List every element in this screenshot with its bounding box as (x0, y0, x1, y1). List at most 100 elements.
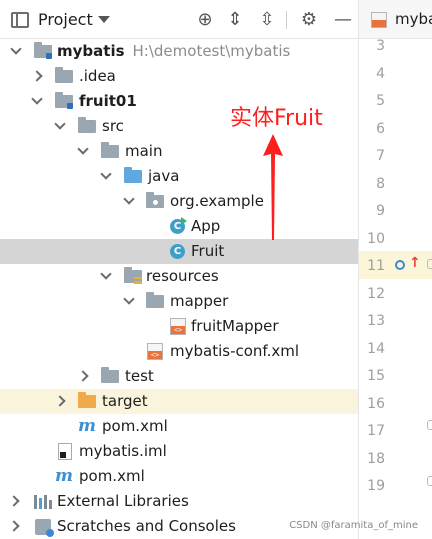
class-icon: C (170, 244, 185, 259)
chevron-right-icon[interactable] (77, 370, 89, 382)
tree-node-package[interactable]: org.example (0, 189, 358, 214)
chevron-down-icon[interactable] (31, 93, 43, 105)
tree-node-mapper[interactable]: mapper (0, 289, 358, 314)
tree-label-src: src (102, 117, 124, 135)
xml-file-icon (170, 318, 186, 335)
line-number: 12 (367, 286, 385, 302)
tree-node-java[interactable]: java (0, 164, 358, 189)
chevron-down-icon[interactable] (100, 168, 112, 180)
tree-label-fruit: Fruit (191, 242, 225, 260)
module-badge-icon (46, 53, 52, 59)
tree-node-root-pom[interactable]: m pom.xml (0, 464, 358, 489)
line-number: 14 (367, 341, 385, 357)
arrow-up-icon[interactable]: ↑ (409, 255, 421, 271)
tree-label-target: target (102, 392, 148, 410)
tree-label-test: test (125, 367, 154, 385)
line-number: 15 (367, 368, 385, 384)
tree-node-app[interactable]: C App (0, 214, 358, 239)
fold-marker-icon[interactable] (427, 476, 432, 486)
chevron-down-icon[interactable] (98, 16, 110, 23)
chevron-down-icon[interactable] (10, 43, 22, 55)
tree-label-scratches: Scratches and Consoles (57, 517, 236, 535)
tree-label-fruit-mapper: fruitMapper (191, 317, 279, 335)
folder-icon (101, 367, 119, 383)
tree-label-fruit01: fruit01 (79, 92, 137, 110)
folder-icon (146, 292, 164, 308)
resources-badge-icon (134, 277, 142, 284)
tree-node-target[interactable]: target (0, 389, 358, 414)
fold-marker-icon[interactable] (427, 259, 432, 269)
line-number: 9 (376, 203, 385, 219)
minimize-icon[interactable]: — (332, 9, 354, 31)
annotation-arrow-icon (263, 134, 283, 240)
chevron-right-icon[interactable] (54, 395, 66, 407)
tree-node-idea[interactable]: .idea (0, 64, 358, 89)
line-number: 11 (367, 258, 385, 274)
line-number: 7 (376, 148, 385, 164)
tree-label-mybatis: mybatis (57, 42, 125, 60)
tree-node-resources[interactable]: resources (0, 264, 358, 289)
xml-file-icon (371, 12, 387, 28)
tree-node-external-libraries[interactable]: External Libraries (0, 489, 358, 514)
tree-label-java: java (148, 167, 180, 185)
tree-label-external-libraries: External Libraries (57, 492, 189, 510)
line-number: 10 (367, 231, 385, 247)
line-number: 6 (376, 121, 385, 137)
folder-icon (78, 117, 96, 133)
chevron-down-icon[interactable] (77, 143, 89, 155)
tree-node-module-pom[interactable]: m pom.xml (0, 414, 358, 439)
locate-file-icon[interactable]: ⊕ (194, 9, 216, 31)
mapper-navigation-icon[interactable] (395, 260, 405, 270)
xml-file-icon (147, 343, 163, 360)
chevron-down-icon[interactable] (100, 268, 112, 280)
tree-node-fruit[interactable]: C Fruit (0, 239, 358, 264)
tree-path-mybatis: H:\demotest\mybatis (132, 42, 291, 60)
collapse-all-icon[interactable]: ⇳ (256, 9, 278, 31)
tree-label-root-pom: pom.xml (79, 467, 145, 485)
chevron-right-icon[interactable] (31, 70, 43, 82)
project-panel: Project ⊕ ⇕ ⇳ ⚙ — mybatis H:\demotest\myb… (0, 0, 358, 539)
line-number: 17 (367, 423, 385, 439)
gear-icon[interactable]: ⚙ (298, 9, 320, 31)
module-badge-icon (67, 103, 73, 109)
project-view-selector[interactable]: Project (38, 10, 93, 29)
maven-icon: m (55, 466, 73, 486)
project-toolbar: Project ⊕ ⇕ ⇳ ⚙ — (0, 0, 358, 39)
editor-tab-label: myba (395, 10, 432, 28)
tree-node-fruit-mapper[interactable]: fruitMapper (0, 314, 358, 339)
chevron-down-icon[interactable] (123, 193, 135, 205)
tree-label-app: App (191, 217, 221, 235)
editor-panel: myba 3 4 5 6 7 8 9 10 11 12 13 14 15 16 … (358, 0, 432, 539)
chevron-down-icon[interactable] (123, 293, 135, 305)
watermark: CSDN @faramita_of_mine (289, 520, 418, 531)
tree-label-mapper: mapper (170, 292, 229, 310)
expand-all-icon[interactable]: ⇕ (224, 9, 246, 31)
project-window-icon (11, 12, 29, 28)
line-number: 18 (367, 451, 385, 467)
run-marker-icon (181, 217, 187, 225)
package-dot-icon (153, 200, 158, 205)
tree-label-resources: resources (146, 267, 219, 285)
line-number: 16 (367, 396, 385, 412)
tree-node-test[interactable]: test (0, 364, 358, 389)
folder-icon (101, 142, 119, 158)
chevron-down-icon[interactable] (54, 118, 66, 130)
tree-label-module-pom: pom.xml (102, 417, 168, 435)
folder-icon (55, 67, 73, 83)
line-number: 5 (376, 93, 385, 109)
library-icon (34, 495, 54, 509)
tree-node-mybatis-conf[interactable]: mybatis-conf.xml (0, 339, 358, 364)
line-number: 8 (376, 176, 385, 192)
maven-icon: m (78, 416, 96, 436)
tree-node-mybatis[interactable]: mybatis H:\demotest\mybatis (0, 39, 358, 64)
tree-node-main[interactable]: main (0, 139, 358, 164)
tree-node-iml[interactable]: mybatis.iml (0, 439, 358, 464)
fold-marker-icon[interactable] (427, 420, 432, 430)
chevron-right-icon[interactable] (8, 495, 20, 507)
toolbar-divider (286, 11, 287, 29)
line-number: 3 (376, 38, 385, 54)
line-number: 4 (376, 66, 385, 82)
tree-label-idea: .idea (79, 67, 116, 85)
chevron-right-icon[interactable] (8, 520, 20, 532)
excluded-folder-icon (78, 392, 96, 408)
